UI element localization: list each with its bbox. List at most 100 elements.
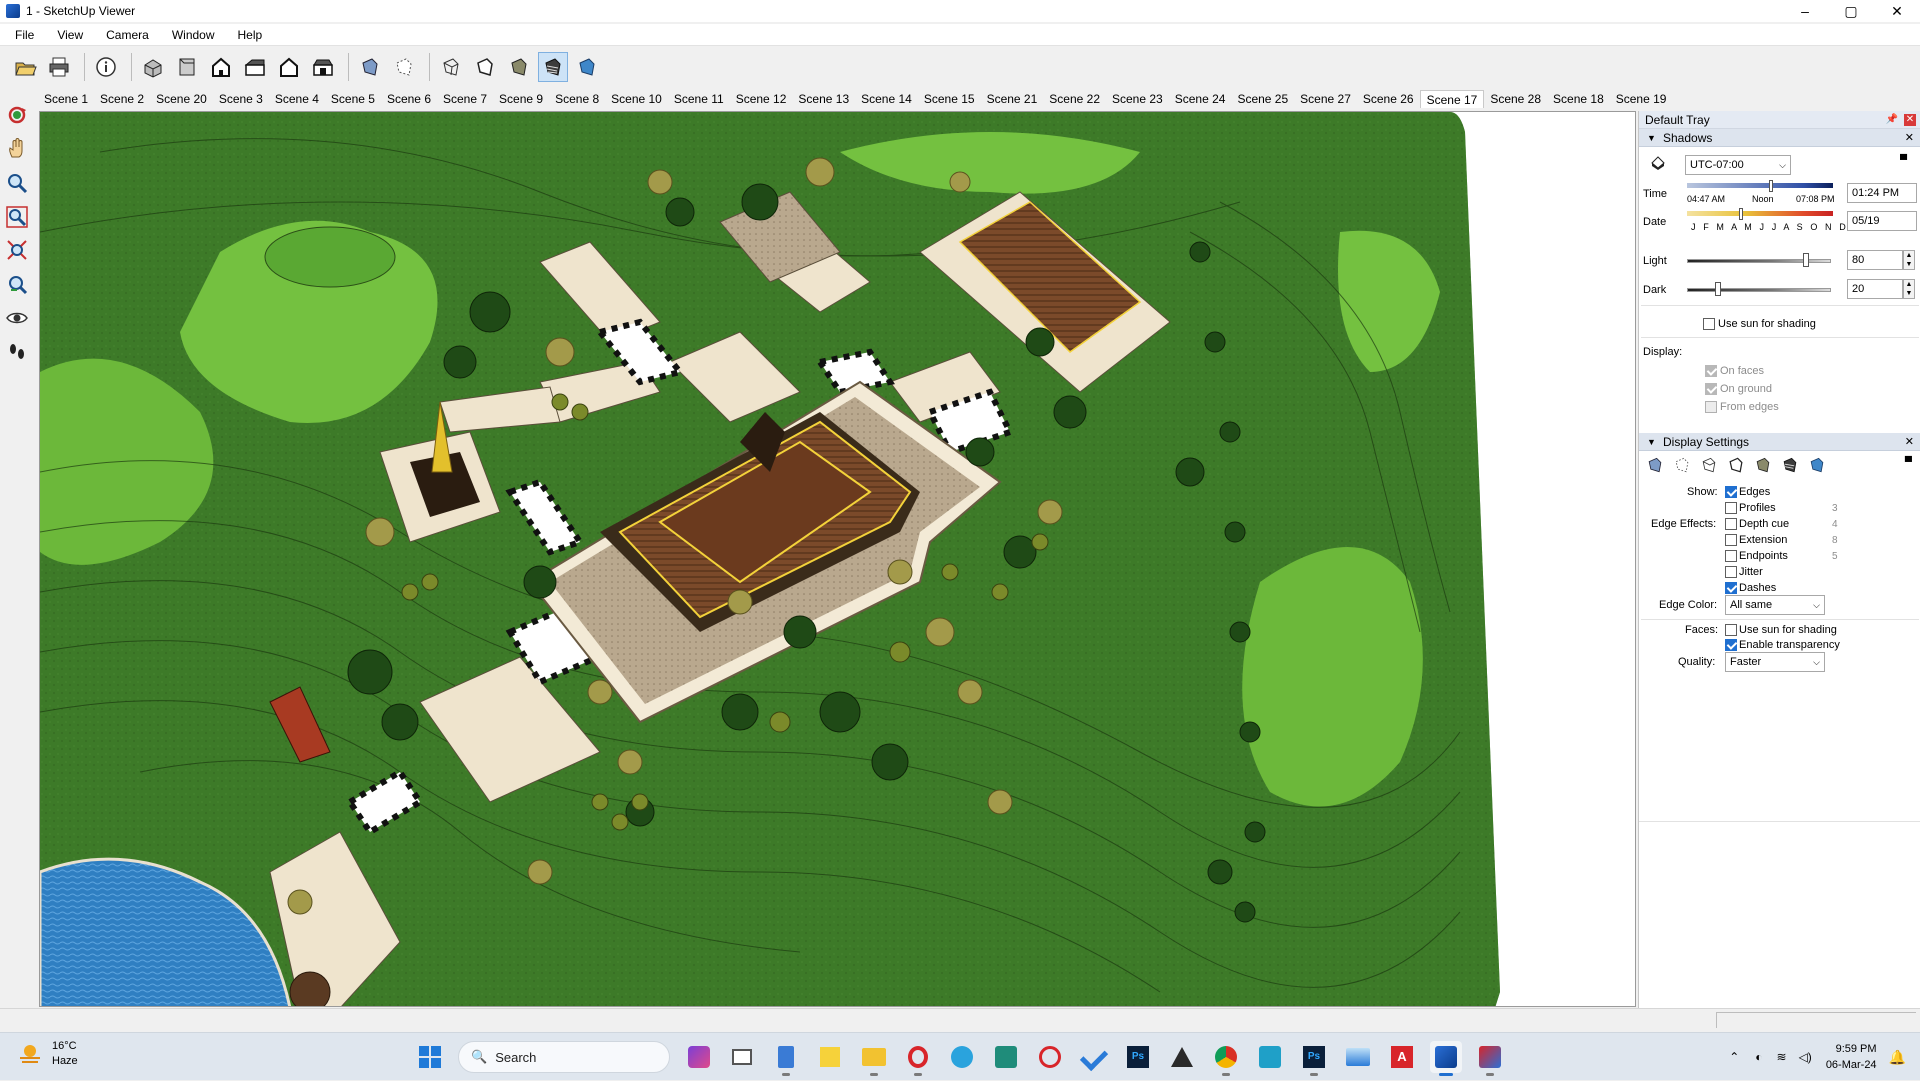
on-faces-checkbox[interactable] (1705, 365, 1717, 377)
shaded-style-icon[interactable] (504, 52, 534, 82)
faces-use-sun-checkbox[interactable] (1725, 624, 1737, 636)
scene-tab[interactable]: Scene 15 (918, 90, 981, 108)
minimize-button[interactable]: – (1782, 0, 1828, 22)
from-edges-checkbox[interactable] (1705, 401, 1717, 413)
scene-tab[interactable]: Scene 8 (549, 90, 605, 108)
front-view-icon[interactable] (206, 52, 236, 82)
extension-checkbox[interactable] (1725, 534, 1737, 546)
light-slider[interactable] (1687, 259, 1831, 263)
menu-view[interactable]: View (42, 28, 91, 42)
network-icon[interactable]: ◐ (1755, 1050, 1762, 1064)
open-file-icon[interactable] (10, 52, 40, 82)
hidden-line-style-icon[interactable] (470, 52, 500, 82)
enable-transparency-checkbox[interactable] (1725, 639, 1737, 651)
shaded-style-icon[interactable] (1753, 455, 1773, 475)
endpoints-checkbox[interactable] (1725, 550, 1737, 562)
dark-spinner[interactable]: ▲ ▼ (1903, 279, 1915, 299)
profiles-value[interactable]: 3 (1832, 503, 1838, 514)
scene-tab[interactable]: Scene 28 (1484, 90, 1547, 108)
sketchup-taskbar-icon[interactable] (1474, 1041, 1506, 1076)
zoom-icon[interactable] (2, 168, 32, 198)
shadows-use-sun-checkbox[interactable] (1703, 318, 1715, 330)
light-input[interactable]: 80 (1847, 250, 1903, 270)
menu-camera[interactable]: Camera (91, 28, 157, 42)
jitter-checkbox[interactable] (1725, 566, 1737, 578)
previous-view-icon[interactable] (2, 269, 32, 299)
model-info-icon[interactable] (91, 52, 121, 82)
collapse-triangle-icon[interactable]: ▼ (1647, 437, 1657, 447)
shaded-with-textures-style-icon[interactable] (538, 52, 568, 82)
time-input[interactable]: 01:24 PM (1847, 183, 1917, 203)
scene-tab[interactable]: Scene 21 (981, 90, 1044, 108)
temple-site-render[interactable] (40, 112, 1636, 1007)
shadows-panel-header[interactable]: ▼ Shadows ✕ (1639, 129, 1920, 147)
depth-cue-checkbox[interactable] (1725, 518, 1737, 530)
scene-tab[interactable]: Scene 5 (325, 90, 381, 108)
quality-select[interactable]: Faster ⌵ (1725, 652, 1825, 672)
scene-tab[interactable]: Scene 18 (1547, 90, 1610, 108)
notification-bell-icon[interactable]: 🔔 (1889, 1049, 1906, 1066)
clock[interactable]: 9:59 PM 06-Mar-24 (1826, 1041, 1877, 1073)
scene-tab[interactable]: Scene 23 (1106, 90, 1169, 108)
scene-tab[interactable]: Scene 26 (1357, 90, 1420, 108)
scene-tab[interactable]: Scene 2 (94, 90, 150, 108)
edges-checkbox[interactable] (1725, 486, 1737, 498)
date-input[interactable]: 05/19 (1847, 211, 1917, 231)
scene-tab[interactable]: Scene 27 (1294, 90, 1357, 108)
scene-tab[interactable]: Scene 12 (730, 90, 793, 108)
walk-icon[interactable] (2, 337, 32, 367)
right-view-icon[interactable] (240, 52, 270, 82)
scene-tab[interactable]: Scene 25 (1231, 90, 1294, 108)
menu-help[interactable]: Help (223, 28, 271, 42)
sticky-notes-app-icon[interactable] (814, 1041, 846, 1073)
scene-tab[interactable]: Scene 17 (1419, 90, 1485, 108)
date-slider[interactable] (1687, 211, 1833, 216)
hidden-line-style-icon[interactable] (1726, 455, 1746, 475)
telegram-app-icon[interactable] (946, 1041, 978, 1073)
xray-style-icon[interactable] (1645, 455, 1665, 475)
collapse-triangle-icon[interactable]: ▼ (1647, 133, 1657, 143)
print-icon[interactable] (44, 52, 74, 82)
taskbar-search[interactable]: 🔍 Search (458, 1041, 670, 1073)
look-around-icon[interactable] (2, 303, 32, 333)
display-settings-panel-header[interactable]: ▼ Display Settings ✕ (1639, 433, 1920, 451)
sketchup-viewer-taskbar-icon[interactable] (1430, 1041, 1462, 1076)
edge-color-select[interactable]: All same ⌵ (1725, 595, 1825, 615)
wireframe-style-icon[interactable] (436, 52, 466, 82)
tray-close-icon[interactable]: ✕ (1904, 114, 1916, 126)
scene-tab[interactable]: Scene 7 (437, 90, 493, 108)
back-view-icon[interactable] (274, 52, 304, 82)
shadow-toggle-icon[interactable] (1649, 153, 1667, 171)
shadows-panel-close-icon[interactable]: ✕ (1905, 131, 1914, 144)
scene-tab[interactable]: Scene 6 (381, 90, 437, 108)
xray-style-icon[interactable] (355, 52, 385, 82)
depth-cue-value[interactable]: 4 (1832, 519, 1838, 530)
endpoints-value[interactable]: 5 (1832, 551, 1838, 562)
pin-icon[interactable]: 📌 (1886, 114, 1898, 125)
maps-app-icon[interactable] (990, 1041, 1022, 1073)
back-edges-style-icon[interactable] (389, 52, 419, 82)
time-slider[interactable] (1687, 183, 1833, 188)
maximize-button[interactable]: ▢ (1828, 0, 1874, 22)
scene-tab[interactable]: Scene 13 (792, 90, 855, 108)
monochrome-style-icon[interactable] (1807, 455, 1827, 475)
dashes-checkbox[interactable] (1725, 582, 1737, 594)
left-view-icon[interactable] (308, 52, 338, 82)
light-slider-thumb[interactable] (1803, 253, 1809, 267)
chevron-up-icon[interactable]: ⌃ (1729, 1050, 1739, 1064)
todo-app-icon[interactable] (1078, 1041, 1110, 1073)
profiles-checkbox[interactable] (1725, 502, 1737, 514)
photoshop-app-icon[interactable]: Ps (1122, 1041, 1154, 1073)
back-edges-style-icon[interactable] (1672, 455, 1692, 475)
scene-tab[interactable]: Scene 19 (1610, 90, 1673, 108)
autodesk-app-icon[interactable] (1166, 1041, 1198, 1073)
orbit-icon[interactable] (2, 100, 32, 130)
scene-tab[interactable]: Scene 3 (213, 90, 269, 108)
dark-slider-thumb[interactable] (1715, 282, 1721, 296)
widgets-app-icon[interactable] (683, 1041, 715, 1073)
model-viewport[interactable] (39, 111, 1636, 1007)
task-view-icon[interactable] (726, 1041, 758, 1073)
iso-view-icon[interactable] (138, 52, 168, 82)
volume-icon[interactable]: ◁) (1799, 1050, 1812, 1064)
dark-input[interactable]: 20 (1847, 279, 1903, 299)
